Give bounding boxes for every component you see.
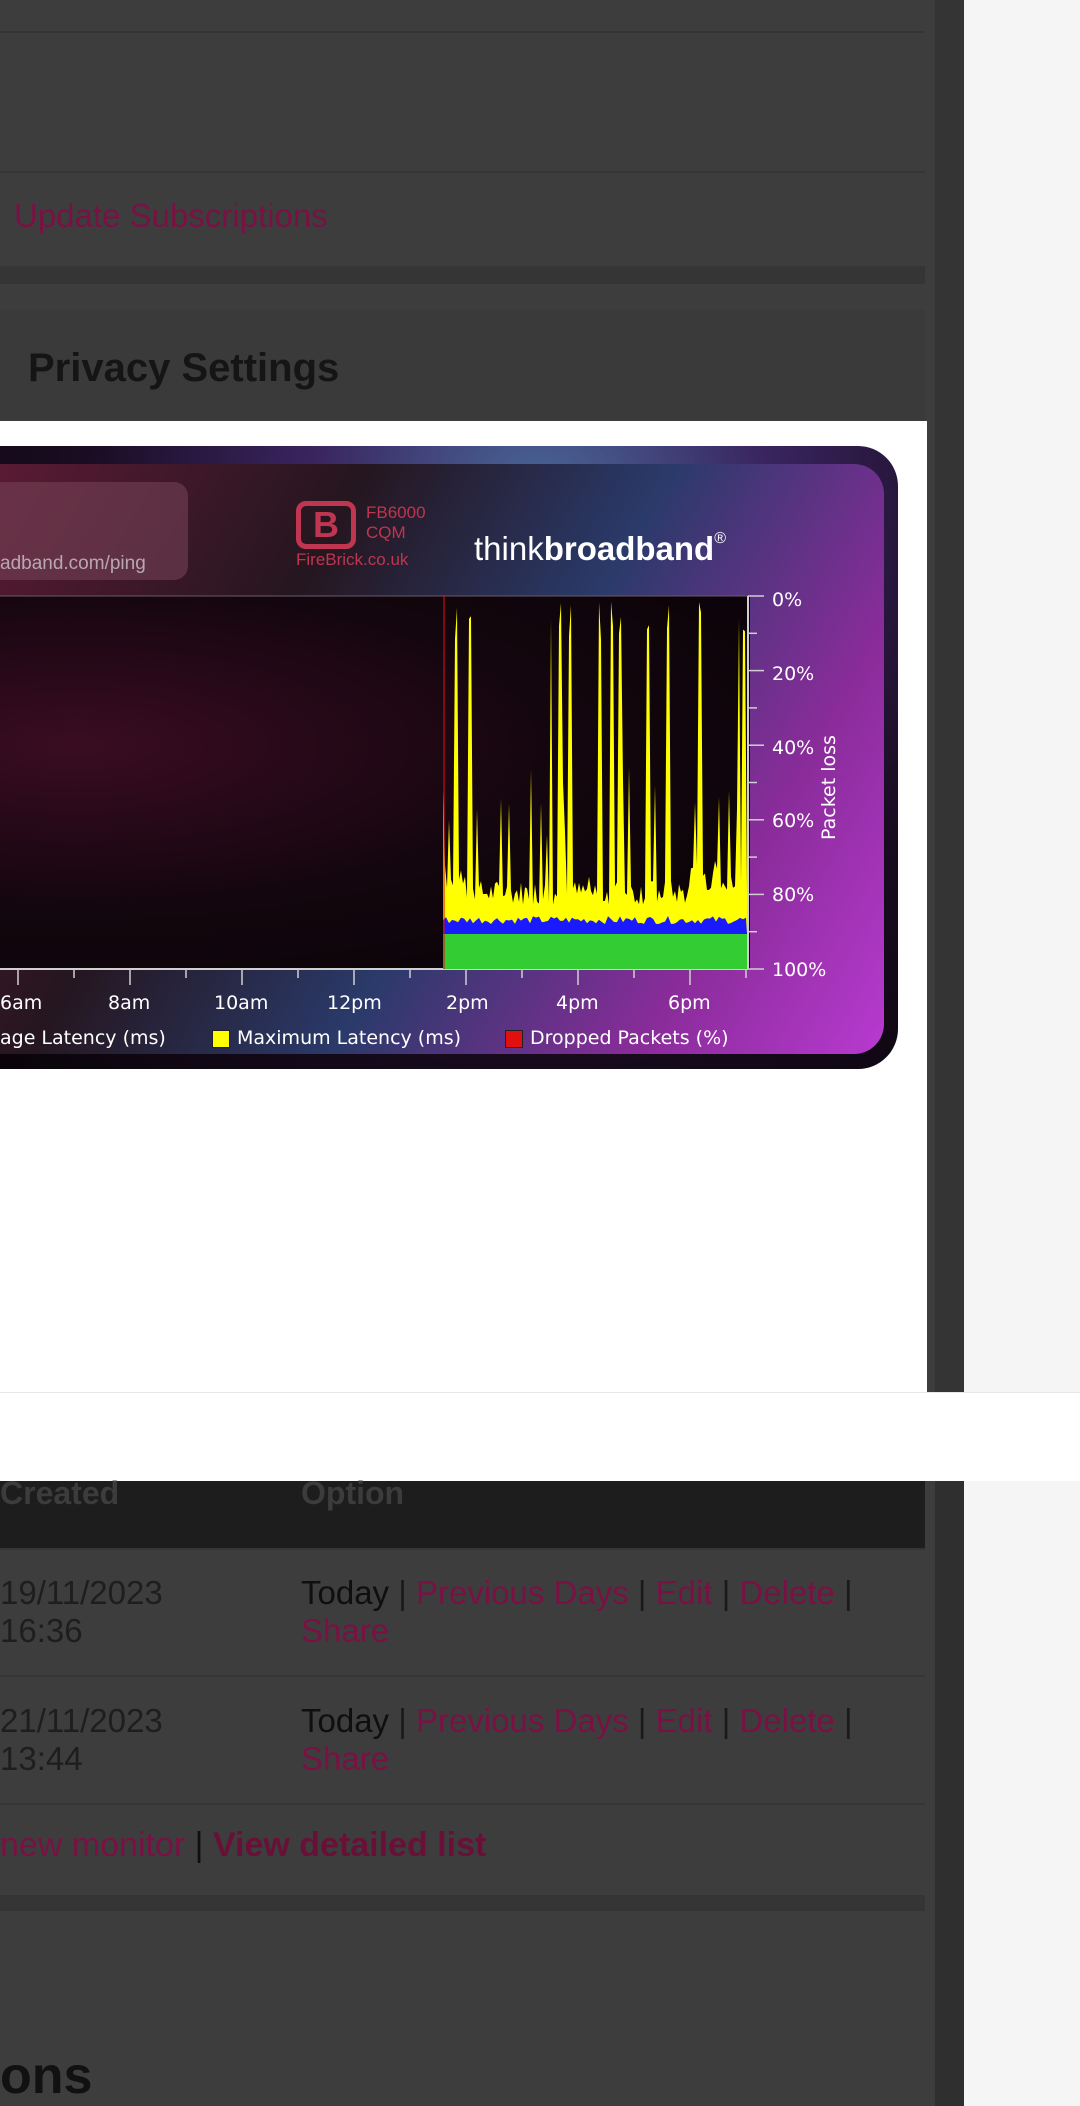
legend-max-swatch	[212, 1030, 230, 1048]
y-tick-label: 20%	[772, 663, 815, 685]
header-option: Option	[301, 1475, 405, 1511]
separator: |	[637, 1702, 647, 1739]
row-options: Today | Previous Days | Edit | Delete |	[301, 1574, 853, 1612]
row-created-time: 16:36	[0, 1612, 83, 1649]
row-options: Today | Previous Days | Edit | Delete |	[301, 1702, 853, 1740]
legend-dropped-packets: Dropped Packets (%)	[530, 1027, 729, 1049]
ping-chart-svg	[0, 595, 764, 985]
separator: |	[398, 1574, 407, 1611]
row-created-date: 19/11/2023	[0, 1574, 163, 1611]
delete-link[interactable]: Delete	[739, 1574, 834, 1611]
monitor-actions: new monitor | View detailed list	[0, 1826, 486, 1865]
min-latency-area	[443, 932, 747, 969]
separator: |	[398, 1702, 407, 1739]
y-tick-label: 100%	[772, 959, 827, 981]
previous-days-link[interactable]: Previous Days	[416, 1574, 629, 1611]
y-tick-label: 60%	[772, 810, 815, 832]
divider	[0, 1675, 925, 1677]
legend-avg-latency: age Latency (ms)	[0, 1027, 166, 1049]
share-link[interactable]: Share	[301, 1740, 389, 1777]
x-tick-label: 10am	[214, 992, 269, 1014]
separator: |	[844, 1574, 853, 1611]
y-tick-label: 40%	[772, 737, 815, 759]
legend-max-latency: Maximum Latency (ms)	[237, 1027, 462, 1049]
add-new-monitor-link[interactable]: new monitor	[0, 1826, 185, 1864]
today-link[interactable]: Today	[301, 1574, 389, 1611]
y-tick-label: 80%	[772, 884, 815, 906]
separator: |	[637, 1574, 647, 1611]
row-created-time: 13:44	[0, 1740, 83, 1777]
separator: |	[721, 1574, 731, 1611]
previous-days-link[interactable]: Previous Days	[416, 1702, 629, 1739]
x-tick-label: 6am	[0, 992, 43, 1014]
section-separator	[0, 1895, 925, 1911]
row-options-share: Share	[301, 1612, 389, 1650]
x-tick-label: 8am	[108, 992, 151, 1014]
edit-link[interactable]: Edit	[656, 1574, 713, 1611]
delete-link[interactable]: Delete	[739, 1702, 834, 1739]
separator: |	[194, 1826, 204, 1864]
row-options-share: Share	[301, 1740, 389, 1778]
legend-dropped-swatch	[505, 1030, 523, 1048]
edit-link[interactable]: Edit	[656, 1702, 713, 1739]
separator: |	[721, 1702, 731, 1739]
max-latency-area	[443, 601, 747, 932]
modal-footer-bar	[0, 1392, 1080, 1481]
divider	[0, 1548, 925, 1550]
section-heading: ons	[0, 2047, 93, 2105]
separator: |	[844, 1702, 853, 1739]
divider	[0, 1803, 925, 1805]
y-tick-label: 0%	[772, 589, 803, 611]
x-tick-label: 2pm	[446, 992, 489, 1014]
x-tick-label: 4pm	[556, 992, 599, 1014]
table-header	[0, 1481, 925, 1549]
share-link[interactable]: Share	[301, 1612, 389, 1649]
y-axis-title-text: Packet loss	[818, 735, 840, 840]
x-tick-label: 12pm	[327, 992, 382, 1014]
header-created: Created	[0, 1475, 120, 1511]
x-tick-label: 6pm	[668, 992, 711, 1014]
row-created-date: 21/11/2023	[0, 1702, 163, 1739]
view-detailed-list-link[interactable]: View detailed list	[213, 1826, 486, 1864]
today-link[interactable]: Today	[301, 1702, 389, 1739]
